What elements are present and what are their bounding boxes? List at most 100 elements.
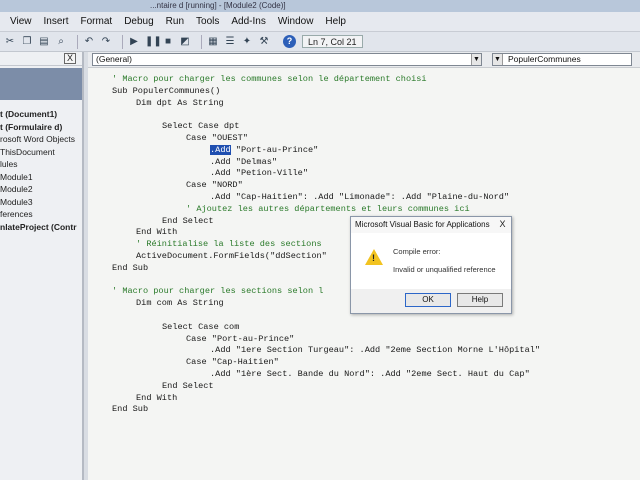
menu-view[interactable]: View — [4, 16, 38, 27]
toolbox-icon[interactable]: ⚒ — [258, 36, 270, 48]
code-line-text: ' Macro pour charger les sections selon … — [112, 286, 324, 297]
tree-item[interactable]: lules — [0, 158, 82, 171]
toolbar-separator — [77, 34, 78, 49]
menu-format[interactable]: Format — [75, 16, 119, 27]
find-icon[interactable]: ⌕ — [55, 36, 67, 48]
code-line-text: ActiveDocument.FormFields("ddSection" — [136, 250, 327, 261]
code-line-text: End Sub — [112, 404, 149, 415]
window-title: ...ntaire d [running] - [Module2 (Code)] — [150, 1, 286, 10]
code-line-text: End With — [136, 392, 178, 403]
copy-icon[interactable]: ❐ — [21, 36, 33, 48]
code-line: ' Ajoutez les autres départements et leu… — [88, 204, 640, 216]
chevron-down-icon[interactable]: ▼ — [471, 54, 481, 65]
code-line: .Add "1ere Section Turgeau": .Add "2eme … — [88, 345, 640, 357]
properties-icon[interactable]: ☰ — [224, 36, 236, 48]
dialog-message: Invalid or unqualified reference — [393, 265, 496, 274]
code-line-text: Sub PopulerCommunes() — [112, 85, 221, 96]
help-icon[interactable]: ? — [283, 35, 296, 48]
code-line: Case "OUEST" — [88, 133, 640, 145]
tree-item[interactable]: Module2 — [0, 183, 82, 196]
code-line: End Sub — [88, 404, 640, 416]
code-line-text: .Add "1ere Section Turgeau": .Add "2eme … — [210, 345, 541, 356]
design-mode-icon[interactable]: ◩ — [179, 36, 191, 48]
code-line-text: End Select — [162, 380, 214, 391]
redo-icon[interactable]: ↷ — [100, 36, 112, 48]
dialog-title-bar: Microsoft Visual Basic for Applications … — [351, 217, 511, 233]
code-line-text: Select Case com — [162, 321, 240, 332]
help-button[interactable]: Help — [457, 293, 503, 307]
warning-exclamation: ! — [372, 253, 375, 263]
ok-button[interactable]: OK — [405, 293, 451, 307]
tree-item[interactable]: nlateProject (Contr — [0, 221, 82, 234]
code-line: .Add "1ère Sect. Bande du Nord": .Add "2… — [88, 369, 640, 381]
chevron-down-icon[interactable]: ▼ — [493, 54, 503, 65]
paste-icon[interactable]: ▤ — [38, 36, 50, 48]
code-line-text: Dim com As String — [136, 298, 224, 309]
code-line: End With — [88, 393, 640, 405]
code-line: Case "Port-au-Prince" — [88, 334, 640, 346]
menu-insert[interactable]: Insert — [38, 16, 75, 27]
code-line: Sub PopulerCommunes() — [88, 86, 640, 98]
menu-window[interactable]: Window — [272, 16, 320, 27]
code-line: Dim dpt As String — [88, 98, 640, 110]
menu-bar: View Insert Format Debug Run Tools Add-Ins Wind… — [0, 12, 640, 32]
code-line-text: ' Ajoutez les autres départements et leu… — [186, 203, 470, 214]
code-line: ' Macro pour charger les communes selon … — [88, 74, 640, 86]
dialog-body: ! Compile error: Invalid or unqualified … — [351, 233, 511, 289]
tree-item[interactable]: Module1 — [0, 171, 82, 184]
code-line-text: Dim dpt As String — [136, 97, 224, 108]
procedure-dropdown[interactable]: ▼ PopulerCommunes — [492, 53, 632, 66]
code-line-text: Case "Cap-Haitien" — [186, 357, 279, 368]
code-line-text: End Sub — [112, 262, 149, 273]
toolbar-separator — [122, 34, 123, 49]
code-dropdown-row: (General) ▼ ▼ PopulerCommunes — [88, 52, 640, 68]
close-icon[interactable]: X — [497, 219, 508, 230]
break-icon[interactable]: ❚❚ — [145, 36, 162, 48]
code-line: .Add "Cap-Haitien": .Add "Limonade": .Ad… — [88, 192, 640, 204]
code-line-text: .Add "1ère Sect. Bande du Nord": .Add "2… — [210, 368, 530, 379]
code-line: Select Case com — [88, 322, 640, 334]
cursor-position-indicator: Ln 7, Col 21 — [302, 35, 363, 48]
tree-item[interactable]: rosoft Word Objects — [0, 133, 82, 146]
code-line-text: End Select — [162, 215, 214, 226]
dialog-button-row: OK Help — [351, 289, 511, 313]
code-line-text: ' Macro pour charger les communes selon … — [112, 74, 427, 84]
code-line-text: .Add "Petion-Ville" — [210, 168, 308, 179]
project-pane-toolbar — [0, 68, 82, 100]
menu-debug[interactable]: Debug — [118, 16, 159, 27]
project-explorer-pane: X t (Document1) t (Formulaire d) rosoft Wo… — [0, 52, 84, 480]
reset-icon[interactable]: ■ — [162, 36, 174, 48]
code-line: End Select — [88, 381, 640, 393]
tree-item[interactable]: t (Formulaire d) — [0, 121, 82, 134]
menu-tools[interactable]: Tools — [190, 16, 225, 27]
menu-addins[interactable]: Add-Ins — [225, 16, 271, 27]
code-line-text: End With — [136, 227, 178, 238]
code-line: Case "NORD" — [88, 180, 640, 192]
dialog-heading: Compile error: — [393, 247, 441, 256]
code-line-text: Select Case dpt — [162, 121, 240, 132]
tree-item[interactable]: Module3 — [0, 196, 82, 209]
close-icon[interactable]: X — [64, 53, 76, 64]
menu-run[interactable]: Run — [160, 16, 190, 27]
object-dropdown-value: (General) — [96, 54, 132, 64]
tree-item[interactable]: t (Document1) — [0, 108, 82, 121]
run-icon[interactable]: ▶ — [128, 36, 140, 48]
tree-item[interactable]: ThisDocument — [0, 146, 82, 159]
undo-icon[interactable]: ↶ — [83, 36, 95, 48]
object-dropdown[interactable]: (General) ▼ — [92, 53, 482, 66]
menu-help[interactable]: Help — [319, 16, 352, 27]
project-pane-header: X — [0, 52, 82, 66]
code-line: Case "Cap-Haitien" — [88, 357, 640, 369]
code-line-text: .Add "Delmas" — [210, 156, 278, 167]
code-line-text: .Add "Cap-Haitien": .Add "Limonade": .Ad… — [210, 191, 510, 202]
code-line-text: Case "Port-au-Prince" — [186, 333, 295, 344]
object-browser-icon[interactable]: ✦ — [241, 36, 253, 48]
toolbar-separator — [201, 34, 202, 49]
procedure-dropdown-value: PopulerCommunes — [508, 54, 581, 64]
project-explorer-icon[interactable]: ▦ — [207, 36, 219, 48]
tree-item[interactable]: ferences — [0, 208, 82, 221]
cut-icon[interactable]: ✂ — [4, 36, 16, 48]
window-title-bar: ...ntaire d [running] - [Module2 (Code)] — [0, 0, 640, 12]
code-line-text: Case "OUEST" — [186, 132, 248, 143]
